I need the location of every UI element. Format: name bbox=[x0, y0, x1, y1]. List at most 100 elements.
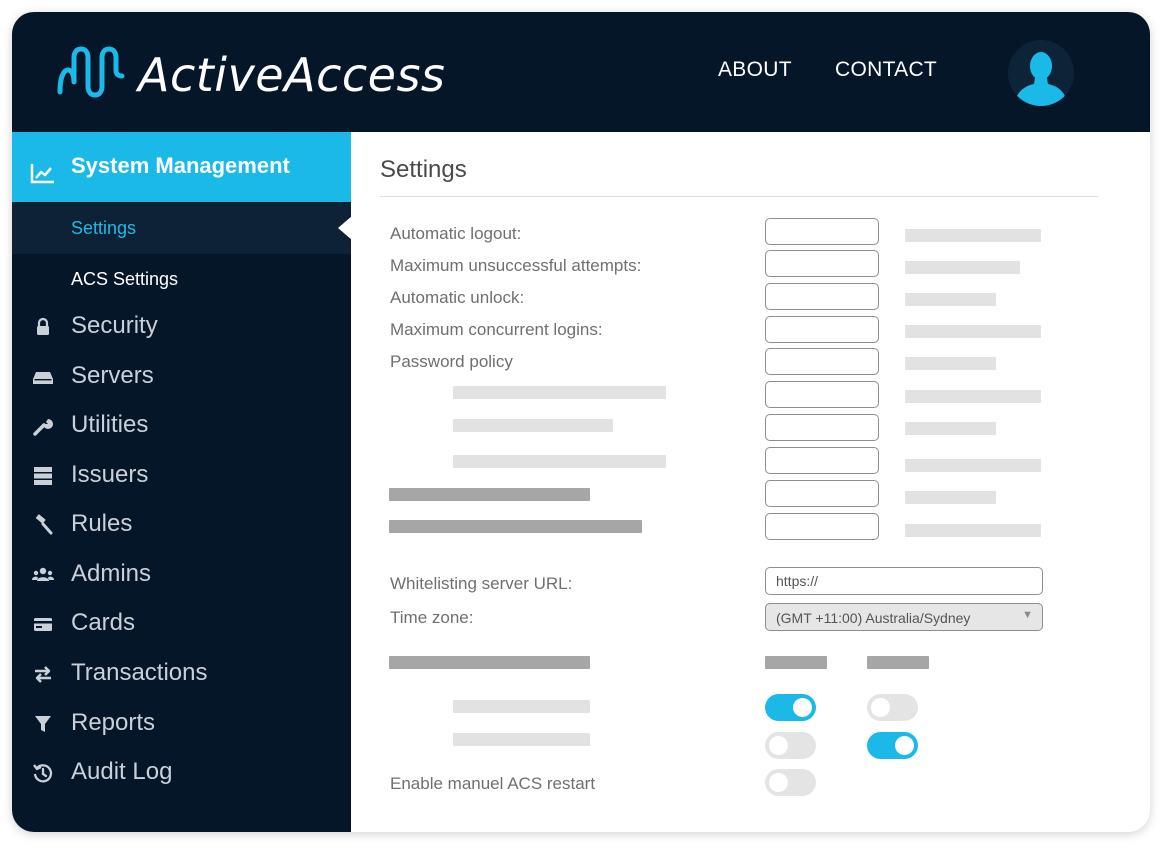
sidebar-item-label: Security bbox=[71, 312, 158, 339]
field-hint bbox=[905, 325, 1041, 338]
automatic-unlock-input[interactable] bbox=[765, 283, 879, 310]
field-hint bbox=[905, 524, 1041, 537]
sidebar-item-label: Servers bbox=[71, 362, 154, 389]
toggle-knob bbox=[895, 736, 914, 755]
text-input[interactable] bbox=[765, 447, 879, 474]
sidebar-subitem-acs-settings[interactable]: ACS Settings bbox=[71, 269, 178, 290]
placeholder-label bbox=[389, 656, 590, 669]
placeholder-label bbox=[453, 419, 613, 432]
sidebar-item-cards[interactable]: Cards bbox=[12, 601, 351, 645]
toggle-switch[interactable] bbox=[867, 732, 918, 759]
column-header bbox=[765, 656, 827, 669]
field-label-automatic-unlock: Automatic unlock: bbox=[390, 288, 525, 307]
field-label-time-zone: Time zone: bbox=[390, 608, 474, 627]
toggle-switch[interactable] bbox=[765, 732, 816, 759]
stack-icon bbox=[34, 467, 52, 485]
sidebar-item-issuers[interactable]: Issuers bbox=[12, 453, 351, 497]
automatic-logout-input[interactable] bbox=[765, 218, 879, 245]
toggle-knob bbox=[871, 698, 890, 717]
filter-icon bbox=[35, 716, 51, 732]
field-hint bbox=[905, 390, 1041, 403]
field-label-max-unsuccessful-attempts: Maximum unsuccessful attempts: bbox=[390, 256, 642, 275]
active-indicator bbox=[338, 216, 352, 240]
sidebar-item-rules[interactable]: Rules bbox=[12, 502, 351, 546]
dropdown-arrow-icon: ▼ bbox=[1022, 609, 1033, 621]
toggle-knob bbox=[793, 698, 812, 717]
field-label-max-concurrent-logins: Maximum concurrent logins: bbox=[390, 320, 603, 339]
settings-panel: Settings Automatic logout: Maximum unsuc… bbox=[351, 132, 1150, 832]
sidebar: System Management Settings ACS Settings … bbox=[12, 132, 352, 832]
placeholder-label bbox=[389, 520, 642, 533]
history-icon bbox=[33, 764, 53, 783]
field-label-password-policy: Password policy bbox=[390, 352, 513, 371]
card-icon bbox=[34, 618, 52, 631]
field-label-automatic-logout: Automatic logout: bbox=[390, 224, 522, 243]
toggle-switch[interactable] bbox=[765, 694, 816, 721]
sidebar-section-system-management[interactable]: System Management bbox=[12, 132, 351, 202]
sidebar-item-label: Cards bbox=[71, 609, 136, 636]
sidebar-item-reports[interactable]: Reports bbox=[12, 701, 351, 745]
sidebar-item-audit-log[interactable]: Audit Log bbox=[12, 750, 351, 794]
placeholder-label bbox=[453, 700, 590, 713]
nav-contact-link[interactable]: CONTACT bbox=[835, 58, 937, 82]
max-concurrent-logins-input[interactable] bbox=[765, 316, 879, 343]
top-header: ActiveAccess ABOUT CONTACT bbox=[12, 12, 1150, 132]
time-zone-value: (GMT +11:00) Australia/Sydney bbox=[776, 610, 971, 626]
column-header bbox=[867, 656, 929, 669]
sidebar-item-label: Issuers bbox=[71, 461, 149, 488]
time-zone-select[interactable]: (GMT +11:00) Australia/Sydney ▼ bbox=[765, 603, 1043, 631]
wrench-icon bbox=[33, 419, 53, 436]
field-hint bbox=[905, 229, 1041, 242]
field-label-acs-restart: Enable manuel ACS restart bbox=[390, 774, 596, 793]
sidebar-item-servers[interactable]: Servers bbox=[12, 354, 351, 398]
text-input[interactable] bbox=[765, 480, 879, 507]
server-drive-icon bbox=[33, 372, 53, 384]
user-avatar[interactable] bbox=[1008, 40, 1074, 106]
placeholder-label bbox=[453, 733, 590, 746]
acs-restart-toggle[interactable] bbox=[765, 769, 816, 796]
chart-icon bbox=[30, 164, 54, 184]
sidebar-item-label: Reports bbox=[71, 709, 156, 736]
field-label-whitelisting-url: Whitelisting server URL: bbox=[390, 574, 573, 593]
max-unsuccessful-attempts-input[interactable] bbox=[765, 250, 879, 277]
nav-about-link[interactable]: ABOUT bbox=[718, 58, 792, 82]
field-hint bbox=[905, 422, 996, 435]
sidebar-item-label: Admins bbox=[71, 560, 152, 587]
sidebar-item-admins[interactable]: Admins bbox=[12, 552, 351, 596]
placeholder-label bbox=[389, 488, 590, 501]
placeholder-label bbox=[453, 455, 666, 468]
sidebar-item-label: Utilities bbox=[71, 411, 149, 438]
sidebar-item-security[interactable]: Security bbox=[12, 304, 351, 348]
field-hint bbox=[905, 261, 1020, 274]
text-input[interactable] bbox=[765, 381, 879, 408]
app-window: ActiveAccess ABOUT CONTACT System Manage… bbox=[12, 12, 1150, 832]
password-policy-input[interactable] bbox=[765, 348, 879, 375]
field-hint bbox=[905, 491, 996, 504]
text-input[interactable] bbox=[765, 414, 879, 441]
gavel-icon bbox=[35, 514, 53, 535]
sidebar-subitem-label: Settings bbox=[71, 218, 137, 238]
user-avatar-icon bbox=[1014, 52, 1068, 106]
title-divider bbox=[380, 196, 1098, 197]
toggle-knob bbox=[769, 773, 788, 792]
text-input[interactable] bbox=[765, 513, 879, 540]
brand-name: ActiveAccess bbox=[138, 48, 446, 102]
sidebar-subitem-settings[interactable]: Settings bbox=[12, 202, 352, 254]
sidebar-item-label: Transactions bbox=[71, 659, 208, 686]
sidebar-item-utilities[interactable]: Utilities bbox=[12, 403, 351, 447]
page-title: Settings bbox=[380, 156, 467, 183]
sidebar-section-label: System Management bbox=[71, 153, 290, 178]
field-hint bbox=[905, 357, 996, 370]
toggle-switch[interactable] bbox=[867, 694, 918, 721]
field-hint bbox=[905, 459, 1041, 472]
toggle-knob bbox=[769, 736, 788, 755]
lock-icon bbox=[37, 317, 49, 335]
logo-wave-icon bbox=[57, 46, 125, 98]
placeholder-label bbox=[453, 386, 666, 399]
users-icon bbox=[32, 567, 54, 581]
whitelisting-url-input[interactable]: https:// bbox=[765, 567, 1043, 595]
sidebar-item-transactions[interactable]: Transactions bbox=[12, 651, 351, 695]
arrows-icon bbox=[35, 666, 51, 683]
sidebar-item-label: Rules bbox=[71, 510, 133, 537]
field-hint bbox=[905, 293, 996, 306]
